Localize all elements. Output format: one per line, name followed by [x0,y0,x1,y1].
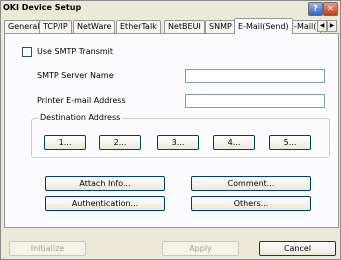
smtp-server-label: SMTP Server Name [37,71,114,80]
tab-snmp[interactable]: SNMP [205,20,236,33]
comment-button[interactable]: Comment... [191,176,311,191]
email-send-panel: Use SMTP Transmit SMTP Server Name Print… [4,33,339,228]
tab-netware[interactable]: NetWare [73,20,116,33]
attach-info-button[interactable]: Attach Info... [45,176,165,191]
cancel-button[interactable]: Cancel [259,241,336,256]
destination-address-group: Destination Address 1... 2... 3... 4... … [31,113,330,158]
title-bar: OKI Device Setup ? ✕ [1,1,340,16]
tab-general[interactable]: General [4,20,44,33]
destination-address-title: Destination Address [38,113,123,122]
tab-email-send[interactable]: E-Mail(Send) [234,18,293,34]
close-button[interactable]: ✕ [323,2,338,16]
authentication-button[interactable]: Authentication... [45,196,165,211]
dialog-window: OKI Device Setup ? ✕ General TCP/IP NetW… [0,0,341,260]
others-button[interactable]: Others... [191,196,311,211]
apply-button[interactable]: Apply [162,241,239,256]
destination-4-button[interactable]: 4... [213,135,255,150]
destination-2-button[interactable]: 2... [99,135,141,150]
use-smtp-checkbox[interactable] [22,47,32,57]
destination-5-button[interactable]: 5... [269,135,311,150]
window-title: OKI Device Setup [3,3,82,12]
destination-1-button[interactable]: 1... [44,135,86,150]
tab-scroll-right-icon[interactable]: ▶ [327,20,337,32]
tab-scroll-left-icon[interactable]: ◀ [317,20,327,32]
use-smtp-label: Use SMTP Transmit [37,47,114,56]
tab-tcpip[interactable]: TCP/IP [39,20,72,33]
smtp-server-input[interactable] [185,69,325,83]
tab-strip: General TCP/IP NetWare EtherTalk NetBEUI… [4,18,337,34]
tab-netbeui[interactable]: NetBEUI [164,20,205,33]
initialize-button[interactable]: Initialize [9,241,86,256]
help-button[interactable]: ? [308,2,323,16]
printer-email-input[interactable] [185,94,325,108]
printer-email-label: Printer E-mail Address [37,96,126,105]
tab-ethertalk[interactable]: EtherTalk [116,20,161,33]
destination-3-button[interactable]: 3... [157,135,199,150]
